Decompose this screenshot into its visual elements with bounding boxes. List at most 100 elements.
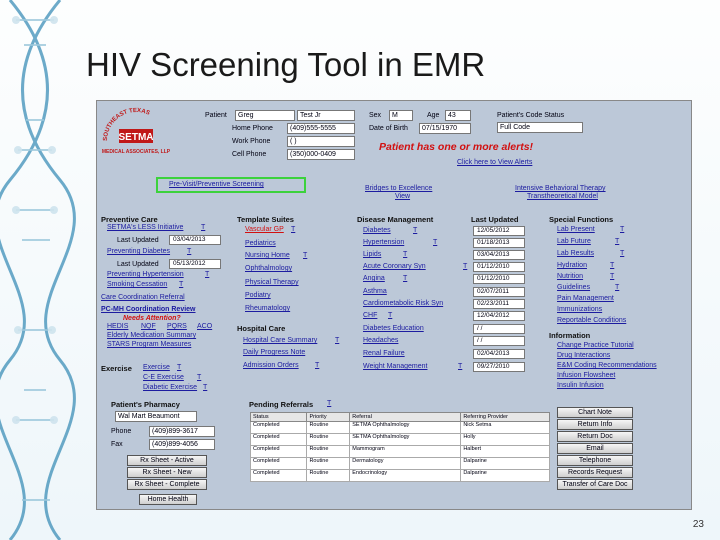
less-t-link[interactable]: T: [201, 224, 205, 231]
disease-t-link[interactable]: T: [403, 251, 407, 258]
preventing-diabetes-link[interactable]: Preventing Diabetes: [107, 248, 170, 255]
info-item-link[interactable]: Drug Interactions: [557, 352, 610, 359]
disease-updated-date[interactable]: 12/05/2012: [473, 226, 525, 236]
elderly-medication-link[interactable]: Elderly Medication Summary: [107, 332, 196, 339]
special-t-link[interactable]: T: [620, 250, 624, 257]
action-button[interactable]: Email: [557, 443, 633, 454]
dob-field[interactable]: 07/15/1970: [419, 123, 471, 134]
previsit-screening-link[interactable]: Pre-Visit/Preventive Screening: [169, 181, 264, 188]
disease-updated-date[interactable]: 09/27/2010: [473, 362, 525, 372]
home-phone-field[interactable]: (409)555-5555: [287, 123, 355, 134]
disease-item-link[interactable]: Diabetes Education: [363, 325, 424, 332]
rheumatology-link[interactable]: Rheumatology: [245, 305, 290, 312]
patient-first-name[interactable]: Greg: [235, 110, 295, 121]
disease-updated-date[interactable]: 02/23/2011: [473, 299, 525, 309]
patient-last-name[interactable]: Test Jr: [297, 110, 355, 121]
special-t-link[interactable]: T: [610, 262, 614, 269]
diabetic-exercise-link[interactable]: Diabetic Exercise: [143, 384, 197, 391]
less-initiative-link[interactable]: SETMA's LESS Initiative: [107, 224, 183, 231]
special-item-link[interactable]: Pain Management: [557, 295, 614, 302]
special-item-link[interactable]: Nutrition: [557, 273, 583, 280]
physical-therapy-link[interactable]: Physical Therapy: [245, 279, 299, 286]
info-item-link[interactable]: Infusion Flowsheet: [557, 372, 615, 379]
disease-item-link[interactable]: Renal Failure: [363, 350, 405, 357]
bridges-excellence-link[interactable]: Bridges to Excellence: [365, 185, 432, 192]
special-t-link[interactable]: T: [610, 273, 614, 280]
disease-t-link[interactable]: T: [458, 363, 462, 370]
action-button[interactable]: Return Doc: [557, 431, 633, 442]
disease-updated-date[interactable]: 01/12/2010: [473, 262, 525, 272]
hedis-link[interactable]: HEDIS: [107, 323, 128, 330]
age-field[interactable]: 43: [445, 110, 471, 121]
care-coordination-link[interactable]: Care Coordination Referral: [101, 294, 185, 301]
nursing-home-link[interactable]: Nursing Home: [245, 252, 290, 259]
nursing-home-t-link[interactable]: T: [303, 252, 307, 259]
rx-sheet-complete-button[interactable]: Rx Sheet - Complete: [127, 479, 207, 490]
disease-updated-date[interactable]: / /: [473, 336, 525, 346]
disease-item-link[interactable]: Weight Management: [363, 363, 427, 370]
info-item-link[interactable]: E&M Coding Recommendations: [557, 362, 657, 369]
disease-updated-date[interactable]: 02/04/2013: [473, 349, 525, 359]
special-item-link[interactable]: Guidelines: [557, 284, 590, 291]
ce-exercise-link[interactable]: C-E Exercise: [143, 374, 184, 381]
pharmacy-fax-field[interactable]: (409)899-4056: [149, 439, 215, 450]
info-item-link[interactable]: Change Practice Tutorial: [557, 342, 634, 349]
special-item-link[interactable]: Lab Future: [557, 238, 591, 245]
disease-updated-date[interactable]: 12/04/2012: [473, 311, 525, 321]
special-t-link[interactable]: T: [615, 238, 619, 245]
disease-t-link[interactable]: T: [413, 227, 417, 234]
sex-field[interactable]: M: [389, 110, 413, 121]
table-row[interactable]: Completed Routine Dermatology Dalparine: [249, 457, 550, 470]
disease-t-link[interactable]: T: [403, 275, 407, 282]
action-button[interactable]: Transfer of Care Doc: [557, 479, 633, 490]
action-button[interactable]: Telephone: [557, 455, 633, 466]
disease-updated-date[interactable]: 01/12/2010: [473, 274, 525, 284]
info-item-link[interactable]: Insulin Infusion: [557, 382, 604, 389]
smoking-t-link[interactable]: T: [179, 281, 183, 288]
stars-measures-link[interactable]: STARS Program Measures: [107, 341, 191, 348]
disease-item-link[interactable]: Hypertension: [363, 239, 404, 246]
hospital-summary-t-link[interactable]: T: [335, 337, 339, 344]
special-item-link[interactable]: Reportable Conditions: [557, 317, 626, 324]
special-t-link[interactable]: T: [620, 226, 624, 233]
disease-t-link[interactable]: T: [388, 312, 392, 319]
special-t-link[interactable]: T: [615, 284, 619, 291]
aco-link[interactable]: ACO: [197, 323, 212, 330]
exercise-t-link[interactable]: T: [177, 364, 181, 371]
disease-updated-date[interactable]: 02/07/2011: [473, 287, 525, 297]
action-button[interactable]: Return Info: [557, 419, 633, 430]
diabetes-t-link[interactable]: T: [187, 248, 191, 255]
pharmacy-name-field[interactable]: Wal Mart Beaumont: [115, 411, 197, 422]
preventing-hypertension-link[interactable]: Preventing Hypertension: [107, 271, 184, 278]
hospital-summary-link[interactable]: Hospital Care Summary: [243, 337, 317, 344]
special-item-link[interactable]: Hydration: [557, 262, 587, 269]
vascular-t-link[interactable]: T: [291, 226, 295, 233]
admission-orders-link[interactable]: Admission Orders: [243, 362, 299, 369]
diabetes-updated-date[interactable]: 05/13/2012: [169, 259, 221, 269]
hypertension-t-link[interactable]: T: [205, 271, 209, 278]
disease-item-link[interactable]: CHF: [363, 312, 377, 319]
disease-item-link[interactable]: Headaches: [363, 337, 398, 344]
disease-item-link[interactable]: Acute Coronary Syn: [363, 263, 426, 270]
disease-item-link[interactable]: Diabetes: [363, 227, 391, 234]
special-item-link[interactable]: Immunizations: [557, 306, 602, 313]
ophthalmology-link[interactable]: Ophthalmology: [245, 265, 292, 272]
table-row[interactable]: Completed Routine Endocrinology Dalparine: [249, 469, 550, 482]
rx-sheet-active-button[interactable]: Rx Sheet - Active: [127, 455, 207, 466]
disease-updated-date[interactable]: 03/04/2013: [473, 250, 525, 260]
vascular-gp-link[interactable]: Vascular GP: [245, 226, 284, 233]
home-health-button[interactable]: Home Health: [139, 494, 197, 505]
daily-progress-link[interactable]: Daily Progress Note: [243, 349, 305, 356]
table-row[interactable]: Completed Routine SETMA Ophthalmology Nick …: [249, 421, 550, 434]
action-button[interactable]: Chart Note: [557, 407, 633, 418]
ce-exercise-t-link[interactable]: T: [197, 374, 201, 381]
rx-sheet-new-button[interactable]: Rx Sheet - New: [127, 467, 207, 478]
disease-item-link[interactable]: Asthma: [363, 288, 387, 295]
diabetic-exercise-t-link[interactable]: T: [203, 384, 207, 391]
disease-item-link[interactable]: Cardiometabolic Risk Syn: [363, 300, 443, 307]
code-status-field[interactable]: Full Code: [497, 122, 583, 133]
admission-t-link[interactable]: T: [315, 362, 319, 369]
work-phone-field[interactable]: ( ): [287, 136, 355, 147]
smoking-cessation-link[interactable]: Smoking Cessation: [107, 281, 167, 288]
less-updated-date[interactable]: 03/04/2013: [169, 235, 221, 245]
